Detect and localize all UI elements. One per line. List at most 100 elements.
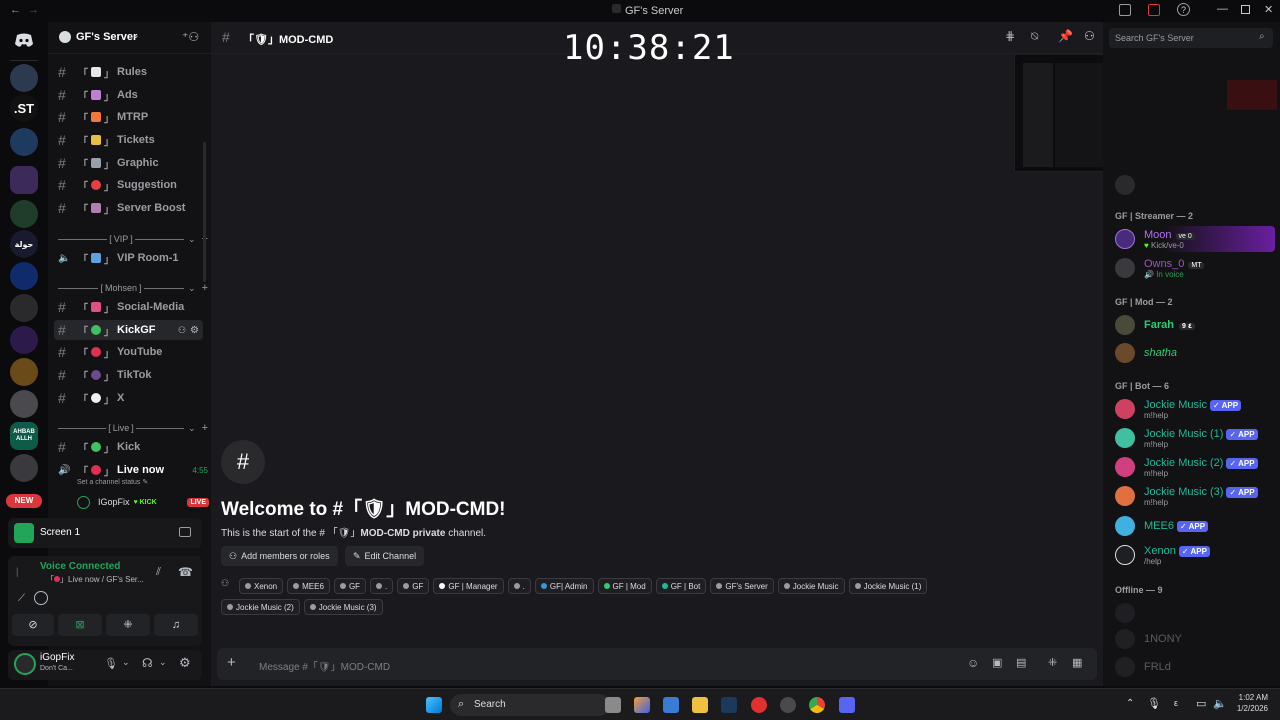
maximize-icon[interactable] [1241, 5, 1250, 14]
grid-icon[interactable]: ▦ [1072, 656, 1082, 669]
category-live[interactable]: [Live] ⌄ + [58, 421, 208, 435]
member-jockie-music[interactable]: Jockie Music ✓ APP m!help [1115, 396, 1275, 422]
voice-location[interactable]: 「」Live now / GF's Ser... [46, 574, 144, 585]
server-icon[interactable] [10, 358, 38, 386]
edit-channel-button[interactable]: ✎ Edit Channel [345, 546, 425, 566]
server-icon[interactable] [10, 200, 38, 228]
microphone-icon[interactable]: 🎙 [104, 657, 118, 670]
add-members-button[interactable]: ⚇ Add members or roles [221, 546, 338, 566]
category-vip[interactable]: [VIP]⌄+ [58, 232, 208, 246]
channel-tiktok[interactable]: # 「」 TikTok [58, 365, 208, 385]
stream-preview-panel[interactable]: Screen 1 [8, 518, 202, 548]
chrome-icon[interactable] [809, 697, 825, 713]
threads-icon[interactable]: ⋕ [1005, 29, 1015, 43]
role-pill[interactable]: GF [333, 578, 367, 594]
member-list-icon[interactable]: ⚇ [1084, 29, 1095, 43]
back-arrow-icon[interactable]: ← [10, 4, 21, 16]
message-input[interactable]: Message #「🛡」MOD-CMD [259, 658, 390, 673]
mute-stream-icon[interactable]: ⟋ [18, 593, 25, 604]
member-jockie-music-1[interactable]: Jockie Music (1) ✓ APP m!help [1115, 425, 1275, 451]
notifications-muted-icon[interactable]: ⍉ [1031, 29, 1038, 44]
channel-server-boost[interactable]: # 「」 Server Boost [58, 198, 208, 218]
microphone-tray-icon[interactable]: 🎙 [1147, 697, 1161, 710]
close-icon[interactable]: ✕ [1264, 3, 1273, 16]
voice-channel-vip-room[interactable]: 🔈 「」 VIP Room-1 [58, 248, 208, 268]
sidebar-scrollbar[interactable] [203, 142, 206, 282]
server-icon-ahbab[interactable]: AHBAB ALLH [10, 422, 38, 450]
channel-graphic[interactable]: # 「」 Graphic [58, 153, 208, 173]
apps-icon[interactable]: ⁜ [1048, 656, 1057, 669]
role-pill[interactable]: GF | Bot [655, 578, 707, 594]
member-moon[interactable]: Moon ve 0 ♥ Kick/ve-0 [1115, 226, 1275, 252]
screen-share-button[interactable]: ⊠ [58, 614, 102, 636]
gear-icon[interactable]: ⚙ [179, 655, 191, 671]
task-view-icon[interactable] [605, 697, 621, 713]
role-pill[interactable]: Xenon [239, 578, 284, 594]
channel-kickgf[interactable]: # 「」 KickGF ⚇ ⚙ [54, 320, 203, 340]
server-icon[interactable] [10, 294, 38, 322]
role-pill[interactable]: Jockie Music (2) [221, 599, 300, 615]
role-pill[interactable]: GF | Manager [433, 578, 504, 594]
channel-x[interactable]: # 「」 X [58, 388, 208, 408]
pin-icon[interactable]: 📌 [1058, 29, 1073, 43]
emoji-icon[interactable]: ☺ [967, 656, 979, 670]
channel-suggestion[interactable]: # 「」 Suggestion [58, 175, 208, 195]
role-pill[interactable]: MEE6 [287, 578, 330, 594]
server-icon[interactable] [10, 262, 38, 290]
channel-ads[interactable]: # 「」 Ads [58, 85, 208, 105]
role-pill[interactable]: GF | Mod [597, 578, 652, 594]
member-jockie-music-2[interactable]: Jockie Music (2) ✓ APP m!help [1115, 454, 1275, 480]
server-icon[interactable] [10, 64, 38, 92]
language-icon[interactable]: ε [1174, 698, 1178, 708]
member-owns[interactable]: Owns_0 MT 🔊 In voice [1115, 255, 1275, 281]
member-xenon[interactable]: Xenon ✓ APP/help [1115, 542, 1275, 568]
message-composer[interactable]: + Message #「🛡」MOD-CMD ☺ ▣ ▤ ⁜ ▦ [217, 648, 1097, 680]
channel-youtube[interactable]: # 「」 YouTube [58, 342, 208, 362]
role-pill[interactable]: Jockie Music [777, 578, 845, 594]
role-pill[interactable]: GF [397, 578, 430, 594]
soundboard-button[interactable]: ♫ [154, 614, 198, 636]
steam-icon[interactable] [721, 697, 737, 713]
channel-mtrp[interactable]: # 「」 MTRP [58, 107, 208, 127]
folder-icon[interactable] [10, 166, 38, 194]
file-explorer-icon[interactable] [692, 697, 708, 713]
invite-icon[interactable]: ⚇ [178, 325, 186, 336]
activities-button[interactable]: ⁜ [106, 614, 150, 636]
server-icon[interactable] [10, 128, 38, 156]
minimize-icon[interactable]: — [1217, 3, 1228, 15]
server-icon[interactable] [10, 326, 38, 354]
headphones-icon[interactable]: ☊ [142, 656, 153, 670]
store-icon[interactable] [663, 697, 679, 713]
server-header[interactable]: GF's Server ⌄ ⁺⚇ [48, 22, 211, 54]
server-icon[interactable] [10, 390, 38, 418]
category-mohsen[interactable]: [Mohsen] ⌄ + [58, 281, 208, 295]
voice-user-igopfix[interactable]: IGopFix ♥ KICK LIVE [77, 494, 209, 510]
network-icon[interactable]: ▭ [1196, 697, 1206, 710]
avatar[interactable] [14, 653, 36, 675]
server-icon[interactable] [10, 454, 38, 482]
add-channel-icon[interactable]: + [202, 282, 208, 294]
role-pill[interactable]: Jockie Music (1) [848, 578, 928, 594]
gif-icon[interactable]: ▣ [992, 656, 1002, 669]
role-pill[interactable]: Jockie Music (3) [303, 599, 383, 615]
member-farah[interactable]: Farah 9 ٤ [1115, 312, 1275, 338]
copilot-icon[interactable] [634, 697, 650, 713]
server-icon[interactable]: حولة [10, 230, 38, 258]
member-offline[interactable] [1115, 600, 1275, 626]
member-shatha[interactable]: shatha [1115, 340, 1275, 366]
forward-arrow-icon[interactable]: → [28, 4, 39, 16]
chevron-down-icon[interactable]: ⌄ [122, 657, 130, 668]
channel-rules[interactable]: # 「」 Rules [58, 62, 208, 82]
add-attachment-icon[interactable]: + [227, 654, 236, 671]
role-pill[interactable]: GF's Server [710, 578, 774, 594]
username[interactable]: iGopFix [40, 652, 74, 663]
signal-icon[interactable]: ⦚ [16, 566, 19, 581]
role-pill[interactable]: . [370, 578, 394, 594]
member-mee6[interactable]: MEE6 ✓ APP [1115, 513, 1275, 539]
volume-icon[interactable]: 🔈 [1213, 697, 1227, 710]
app-icon[interactable] [780, 697, 796, 713]
screen-share-icon[interactable] [1148, 4, 1160, 16]
channel-tickets[interactable]: # 「」 Tickets [58, 130, 208, 150]
member-frld[interactable]: FRLd [1115, 654, 1275, 680]
member-jockie-music-3[interactable]: Jockie Music (3) ✓ APP m!help [1115, 483, 1275, 509]
